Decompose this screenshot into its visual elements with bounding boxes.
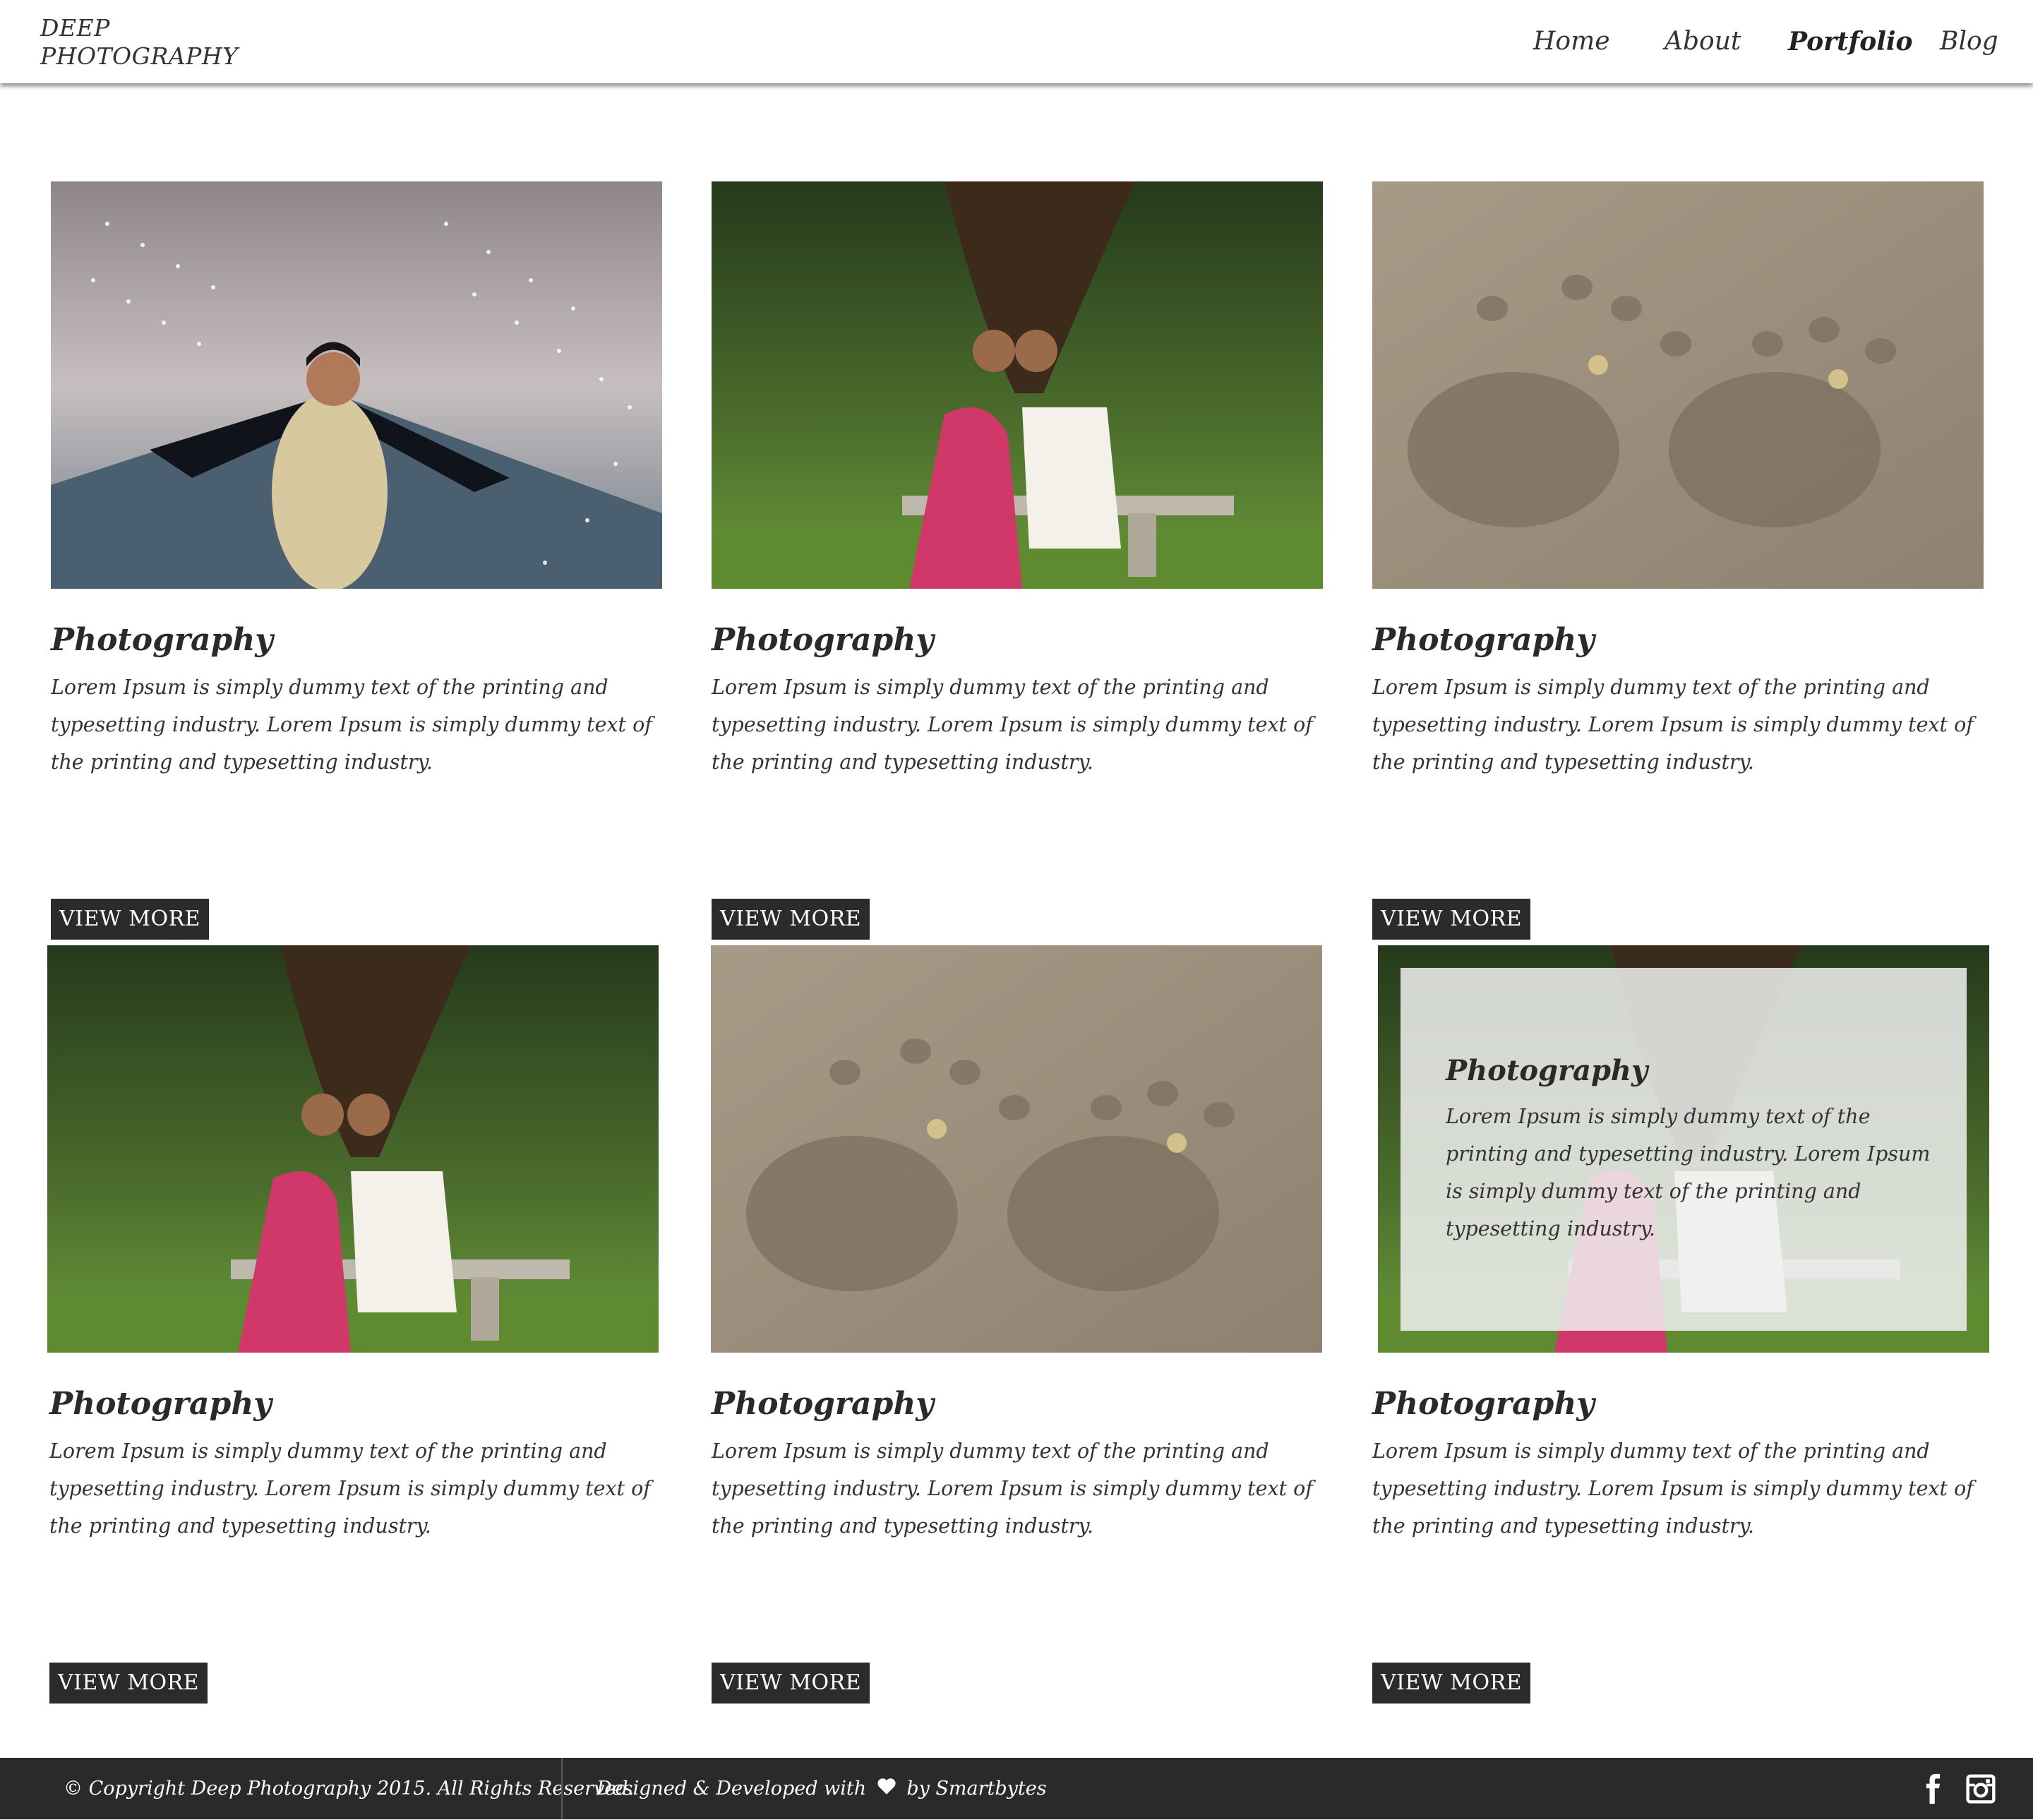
card-title: Photography [51, 622, 273, 658]
hover-overlay[interactable]: Photography Lorem Ipsum is simply dummy … [1401, 968, 1967, 1331]
card-description: Lorem Ipsum is simply dummy text of the … [712, 1439, 1313, 1538]
credit-prefix: Designed & Developed with [596, 1778, 867, 1800]
view-more-button[interactable]: VIEW MORE [1372, 899, 1531, 940]
couple-on-bench-photo[interactable] [712, 181, 1323, 589]
footer-divider [561, 1758, 563, 1819]
site-logo[interactable]: DEEP PHOTOGRAPHY [40, 14, 266, 71]
card-description: Lorem Ipsum is simply dummy text of the … [49, 1439, 651, 1538]
facebook-icon[interactable] [1918, 1773, 1949, 1804]
nav-about[interactable]: About [1665, 27, 1741, 56]
card-description: Lorem Ipsum is simply dummy text of the … [712, 676, 1313, 774]
view-more-button[interactable]: VIEW MORE [51, 899, 210, 940]
nav-home[interactable]: Home [1533, 27, 1610, 56]
heart-icon [877, 1759, 896, 1820]
footprints-in-sand-photo[interactable] [1372, 181, 1984, 589]
logo-line-1: DEEP [40, 14, 110, 42]
nav-portfolio[interactable]: Portfolio [1788, 27, 1913, 56]
credit-suffix: by Smartbytes [906, 1778, 1047, 1800]
view-more-button[interactable]: VIEW MORE [1372, 1663, 1531, 1704]
site-footer: © Copyright Deep Photography 2015. All R… [0, 1758, 2033, 1819]
card-title: Photography [49, 1386, 272, 1422]
overlay-title: Photography [1446, 1054, 1648, 1087]
card-title: Photography [1372, 1386, 1595, 1422]
instagram-icon[interactable] [1965, 1773, 1996, 1804]
site-header: DEEP PHOTOGRAPHY Home About Portfolio Bl… [0, 0, 2033, 83]
logo-line-2: PHOTOGRAPHY [40, 42, 239, 70]
couple-on-bench-photo[interactable] [47, 945, 659, 1353]
card-title: Photography [712, 622, 934, 658]
view-more-button[interactable]: VIEW MORE [712, 899, 870, 940]
card-title: Photography [1372, 622, 1595, 658]
nav-blog[interactable]: Blog [1940, 27, 1998, 56]
card-title: Photography [712, 1386, 934, 1422]
card-description: Lorem Ipsum is simply dummy text of the … [1372, 1439, 1974, 1538]
card-description: Lorem Ipsum is simply dummy text of the … [1372, 676, 1974, 774]
view-more-button[interactable]: VIEW MORE [49, 1663, 208, 1704]
card-description: Lorem Ipsum is simply dummy text of the … [51, 676, 652, 774]
bride-under-lights-photo[interactable] [51, 181, 662, 589]
overlay-description: Lorem Ipsum is simply dummy text of the … [1446, 1105, 1931, 1240]
footprints-in-sand-photo[interactable] [711, 945, 1322, 1353]
footer-credit: Designed & Developed with by Smartbytes [596, 1758, 1047, 1820]
view-more-button[interactable]: VIEW MORE [712, 1663, 870, 1704]
couple-on-bench-photo[interactable]: Photography Lorem Ipsum is simply dummy … [1378, 945, 1989, 1353]
copyright-text: © Copyright Deep Photography 2015. All R… [64, 1778, 635, 1800]
